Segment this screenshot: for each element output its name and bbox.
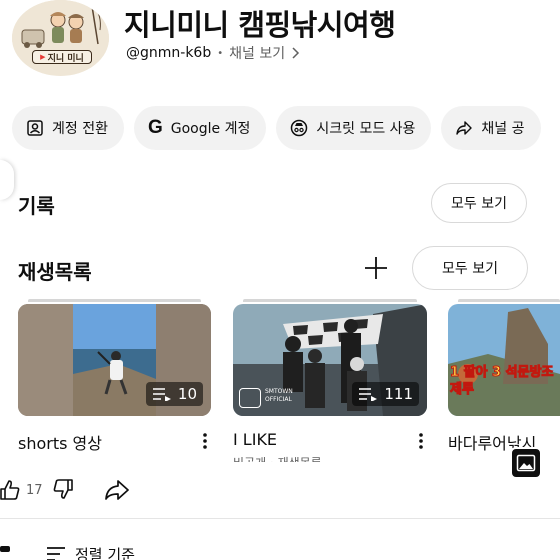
- more-options-icon[interactable]: [202, 432, 208, 450]
- incognito-icon: [291, 119, 308, 137]
- playlist-thumbnail[interactable]: SMTOWN OFFICIAL 111: [233, 304, 427, 416]
- share-icon: [456, 121, 473, 135]
- channel-meta: @gnmn-k6b • 채널 보기: [126, 43, 301, 63]
- separator-dot: •: [217, 47, 224, 59]
- image-glyph: [516, 454, 536, 472]
- thumbnail-caption: 1 팔아 3 석문방조제루: [450, 365, 554, 398]
- playlist-icon: [359, 388, 378, 401]
- playlist-count-badge: 111: [352, 382, 419, 406]
- add-playlist-icon[interactable]: [362, 254, 390, 282]
- playlists-view-all-button[interactable]: 모두 보기: [412, 246, 528, 290]
- like-count: 17: [26, 482, 43, 498]
- google-account-chip[interactable]: G Google 계정: [133, 106, 267, 150]
- share-icon: [105, 480, 129, 500]
- avatar-tag-label: 지니 미니: [47, 53, 84, 64]
- playlist-thumbnail[interactable]: 10: [18, 304, 211, 416]
- switch-account-icon: [27, 120, 43, 136]
- channel-name: 지니미니 캠핑낚시여행: [124, 8, 396, 42]
- chip-label: 계정 전환: [52, 121, 108, 137]
- playlist-stack-edge: [458, 299, 560, 302]
- account-chips: 계정 전환 G Google 계정 시크릿 모드 사용 채널 공: [12, 106, 541, 150]
- channel-handle: @gnmn-k6b: [126, 45, 212, 61]
- share-button[interactable]: [104, 472, 130, 508]
- left-edge-control: [0, 546, 10, 552]
- thumbs-down-icon: [53, 479, 73, 499]
- more-options-icon[interactable]: [418, 432, 424, 450]
- thumbnail-image: [448, 304, 560, 416]
- channel-avatar[interactable]: ▶ 지니 미니: [12, 0, 109, 76]
- share-channel-chip[interactable]: 채널 공: [441, 106, 541, 150]
- sort-label: 정렬 기준: [75, 546, 135, 560]
- playlist-stack-edge: [243, 299, 417, 302]
- history-title: 기록: [18, 194, 55, 218]
- section-divider: [0, 518, 560, 519]
- playlist-subtitle: 비공개 · 재생목록: [233, 454, 322, 462]
- playlist-title[interactable]: I LIKE: [233, 430, 277, 449]
- chip-label: 채널 공: [481, 121, 525, 137]
- smtown-logo-icon: [239, 388, 261, 408]
- dislike-button[interactable]: [50, 472, 74, 508]
- chip-label: Google 계정: [170, 121, 251, 137]
- playlists-title: 재생목록: [18, 260, 92, 284]
- video-action-bar: 17: [0, 472, 560, 508]
- playlist-icon: [152, 388, 171, 401]
- view-channel-link[interactable]: 채널 보기: [229, 43, 285, 63]
- playlist-count: 111: [384, 385, 413, 403]
- google-logo-icon: G: [147, 117, 163, 138]
- history-view-all-button[interactable]: 모두 보기: [431, 183, 527, 223]
- sort-icon: [47, 547, 65, 560]
- switch-account-chip[interactable]: 계정 전환: [12, 106, 124, 150]
- playlist-count: 10: [177, 385, 197, 403]
- playlist-stack-edge: [28, 299, 201, 302]
- playlist-count-badge: 10: [145, 382, 203, 406]
- like-button[interactable]: 17: [0, 472, 43, 508]
- chip-label: 시크릿 모드 사용: [316, 121, 416, 137]
- side-drawer-handle[interactable]: [0, 160, 14, 200]
- playlist-title[interactable]: shorts 영상: [18, 430, 102, 454]
- incognito-chip[interactable]: 시크릿 모드 사용: [276, 106, 432, 150]
- sort-bar[interactable]: 정렬 기준: [0, 540, 560, 560]
- chevron-right-icon: [292, 47, 300, 59]
- avatar-illustration: [12, 0, 109, 56]
- play-icon: ▶: [40, 53, 46, 61]
- smtown-logo-text: SMTOWN OFFICIAL: [265, 388, 293, 403]
- playlist-thumbnail[interactable]: 1 팔아 3 석문방조제루: [448, 304, 560, 416]
- avatar-tag: ▶ 지니 미니: [32, 50, 92, 64]
- thumbs-up-icon: [0, 480, 20, 500]
